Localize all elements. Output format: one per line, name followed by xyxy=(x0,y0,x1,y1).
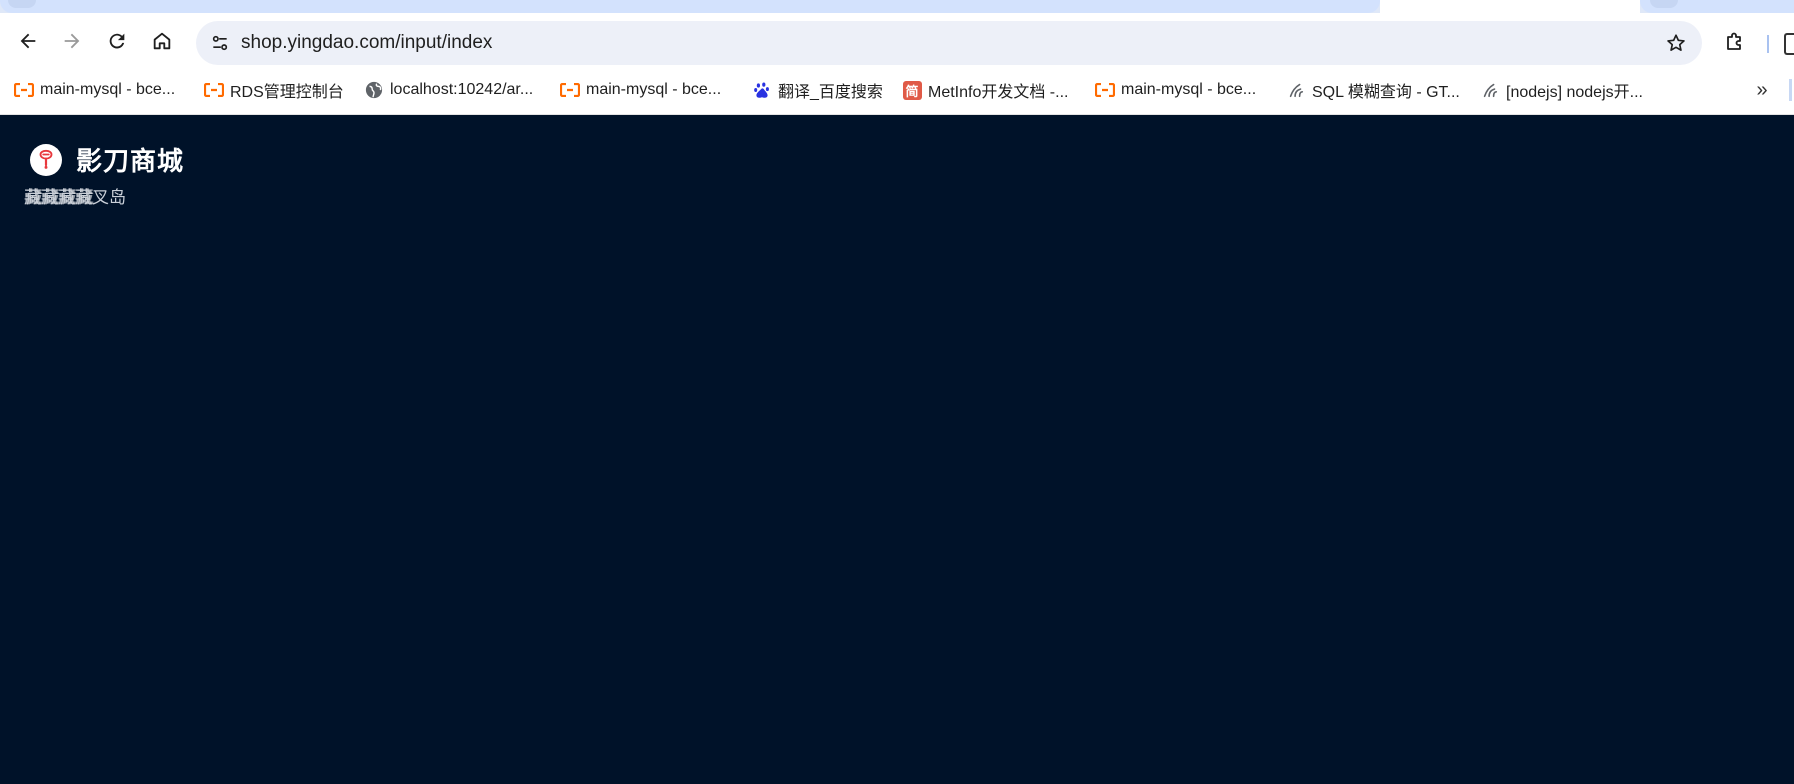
bookmark-label: main-mysql - bce... xyxy=(40,81,176,98)
yingdao-logo-icon xyxy=(30,143,62,176)
reload-button[interactable] xyxy=(101,25,133,57)
bookmark-label: MetInfo开发文档 -... xyxy=(928,84,1069,101)
bookmark-item[interactable]: RDS管理控制台 xyxy=(204,73,344,107)
tab-favicon xyxy=(1650,0,1678,8)
jian-icon: 简 xyxy=(902,80,922,100)
arrow-left-icon xyxy=(20,33,36,49)
bookmark-item[interactable]: localhost:10242/ar... xyxy=(364,73,533,107)
bookmark-item[interactable]: 简 MetInfo开发文档 -... xyxy=(902,73,1068,107)
overlapping-text-group: 藏藏藏藏 藏藏藏藏 藏藏藏藏 藏藏藏藏叉岛 xyxy=(24,183,224,207)
bookmark-label: localhost:10242/ar... xyxy=(390,81,534,98)
puzzle-icon xyxy=(1727,32,1741,50)
bookmark-label: RDS管理控制台 xyxy=(230,84,344,101)
side-panel-button[interactable] xyxy=(1784,33,1794,55)
forward-button[interactable] xyxy=(56,25,88,57)
page-content: 影刀商城 藏藏藏藏 藏藏藏藏 藏藏藏藏 藏藏藏藏叉岛 xyxy=(0,115,1794,784)
bookmark-label: SQL 模糊查询 - GT... xyxy=(1312,84,1460,101)
bookmarks-overflow-button[interactable]: » xyxy=(1750,75,1774,105)
tab-favicon xyxy=(8,0,36,8)
url-text[interactable]: shop.yingdao.com/input/index xyxy=(241,21,492,65)
baidu-paw-icon xyxy=(752,80,772,100)
browser-toolbar: shop.yingdao.com/input/index xyxy=(0,13,1794,73)
aliyun-icon xyxy=(204,80,224,100)
home-button[interactable] xyxy=(146,25,178,57)
bookmark-item[interactable]: SQL 模糊查询 - GT... xyxy=(1286,73,1460,107)
bookmark-item[interactable]: main-mysql - bce... xyxy=(14,73,175,107)
bookmark-label: main-mysql - bce... xyxy=(1121,81,1257,98)
address-bar[interactable]: shop.yingdao.com/input/index xyxy=(196,21,1702,65)
bookmark-label: main-mysql - bce... xyxy=(586,81,722,98)
aliyun-icon xyxy=(14,80,34,100)
star-icon xyxy=(1667,34,1685,51)
tune-icon xyxy=(212,35,228,51)
reload-icon xyxy=(109,33,125,49)
bookmarks-bar: main-mysql - bce... RDS管理控制台 localhost:1… xyxy=(0,73,1794,115)
bookmark-star-button[interactable] xyxy=(1662,29,1690,57)
gitee-icon xyxy=(1480,80,1500,100)
tab-inactive-right[interactable] xyxy=(1640,0,1794,13)
aliyun-icon xyxy=(560,80,580,100)
bookmark-label: 翻译_百度搜索 xyxy=(778,84,883,101)
globe-icon xyxy=(364,80,384,100)
gitee-icon xyxy=(1286,80,1306,100)
back-button[interactable] xyxy=(12,25,44,57)
bookmark-item[interactable]: main-mysql - bce... xyxy=(560,73,721,107)
overlapping-text: 藏藏藏藏叉岛 xyxy=(24,188,126,207)
arrow-right-icon xyxy=(64,33,80,49)
bookmarks-edge xyxy=(1789,79,1792,101)
aliyun-icon xyxy=(1095,80,1115,100)
tab-inactive-left[interactable] xyxy=(0,0,1380,13)
brand-name: 影刀商城 xyxy=(76,146,185,176)
extensions-button[interactable] xyxy=(1720,27,1750,57)
site-info-button[interactable] xyxy=(206,29,234,57)
home-icon xyxy=(153,32,171,50)
bookmark-item[interactable]: 翻译_百度搜索 xyxy=(752,73,883,107)
bookmark-item[interactable]: [nodejs] nodejs开... xyxy=(1480,73,1643,107)
toolbar-divider xyxy=(1767,35,1769,53)
bookmark-item[interactable]: main-mysql - bce... xyxy=(1095,73,1256,107)
bookmark-label: [nodejs] nodejs开... xyxy=(1506,84,1643,101)
brand[interactable]: 影刀商城 xyxy=(30,141,184,178)
